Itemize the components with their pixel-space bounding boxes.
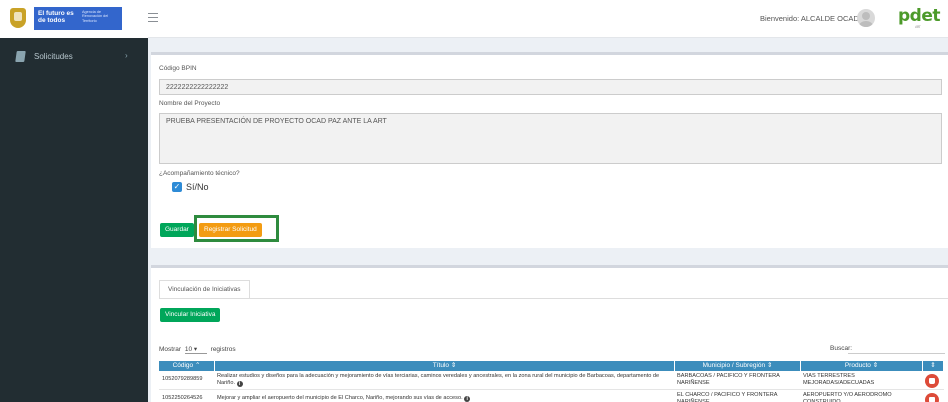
- length-suffix: registros: [210, 346, 236, 353]
- table-cell-municipio: EL CHARCO / PACÍFICO Y FRONTERA NARIÑENS…: [677, 392, 778, 402]
- initiatives-panel: Vinculación de Iniciativas Vincular Inic…: [151, 265, 948, 402]
- page-length-select[interactable]: 10 ▾: [184, 345, 207, 354]
- menu-toggle-icon[interactable]: [148, 13, 158, 23]
- file-icon: [15, 51, 26, 62]
- project-name-label: Nombre del Proyecto: [159, 100, 221, 107]
- sidebar: Solicitudes ›: [0, 38, 148, 402]
- info-icon[interactable]: i: [236, 380, 243, 387]
- sort-icon: ⇕: [872, 362, 879, 369]
- gov-logo: El futuro es de todos Agencia de Renovac…: [34, 7, 122, 30]
- save-button[interactable]: Guardar: [160, 223, 194, 237]
- sort-asc-icon: ⌃: [194, 362, 201, 369]
- delete-button[interactable]: [925, 374, 939, 388]
- brand-area[interactable]: El futuro es de todos Agencia de Renovac…: [0, 0, 148, 38]
- page-length-control: Mostrar 10 ▾ registros: [159, 345, 236, 354]
- row-divider: [159, 389, 944, 390]
- bpin-input[interactable]: 2222222222222222: [159, 79, 942, 95]
- column-header-codigo[interactable]: Código ⌃: [159, 361, 215, 371]
- delete-button[interactable]: [925, 393, 939, 402]
- table-cell-producto: VÍAS TERRESTRES MEJORADAS/ADECUADAS: [803, 373, 875, 386]
- project-name-textarea[interactable]: PRUEBA PRESENTACIÓN DE PROYECTO OCAD PAZ…: [159, 113, 942, 164]
- gov-logo-text: El futuro es de todos: [38, 10, 74, 24]
- welcome-text: Bienvenido: ALCALDE OCAD: [760, 14, 859, 23]
- table-cell-producto: AEROPUERTO Y/O AERÓDROMO CONSTRUIDO: [803, 392, 892, 402]
- bpin-label: Código BPIN: [159, 65, 197, 72]
- column-header-producto[interactable]: Producto ⇕: [801, 361, 923, 371]
- sort-icon: ⇕: [930, 362, 936, 369]
- request-form: Código BPIN 2222222222222222 Nombre del …: [151, 52, 948, 248]
- agency-logo-text: Agencia de Renovación del Territorio: [82, 10, 109, 23]
- table-cell-titulo: Mejorar y ampliar el aeropuerto del muni…: [217, 395, 673, 402]
- sidebar-item-label: Solicitudes: [34, 52, 73, 61]
- tab-divider: [159, 298, 948, 299]
- length-prefix: Mostrar: [159, 346, 182, 353]
- column-header-actions[interactable]: ⇕: [923, 361, 944, 371]
- checkbox-label: Sí/No: [186, 182, 209, 192]
- search-input[interactable]: [848, 344, 945, 354]
- sidebar-item-solicitudes[interactable]: Solicitudes ›: [0, 49, 148, 65]
- sort-icon: ⇕: [450, 362, 457, 369]
- table-cell-codigo: 1052250264526: [162, 395, 203, 401]
- technical-support-checkbox[interactable]: ✓: [172, 182, 182, 192]
- coat-of-arms-icon: [10, 8, 26, 28]
- top-navbar: El futuro es de todos Agencia de Renovac…: [0, 0, 948, 38]
- tab-vinculacion-iniciativas[interactable]: Vinculación de Iniciativas: [159, 280, 250, 299]
- link-initiative-button[interactable]: Vincular Iniciativa: [160, 308, 221, 322]
- technical-support-label: ¿Acompañamiento técnico?: [159, 170, 240, 177]
- user-avatar[interactable]: [857, 9, 875, 27]
- column-header-municipio[interactable]: Municipio / Subregión ⇕: [675, 361, 801, 371]
- caret-down-icon: ▾: [193, 346, 198, 353]
- table-cell-titulo: Realizar estudios y diseños para la adec…: [217, 373, 660, 387]
- info-icon[interactable]: i: [464, 396, 471, 402]
- sort-icon: ⇕: [766, 362, 773, 369]
- pdet-logo: pdet ART: [898, 6, 941, 29]
- table-cell-codigo: 1052079289859: [162, 376, 203, 382]
- register-request-button[interactable]: Registrar Solicitud: [199, 223, 262, 237]
- column-header-titulo[interactable]: Título ⇕: [215, 361, 675, 371]
- table-cell-municipio: BARBACOAS / PACÍFICO Y FRONTERA NARIÑENS…: [677, 373, 780, 386]
- chevron-right-icon: ›: [125, 51, 128, 60]
